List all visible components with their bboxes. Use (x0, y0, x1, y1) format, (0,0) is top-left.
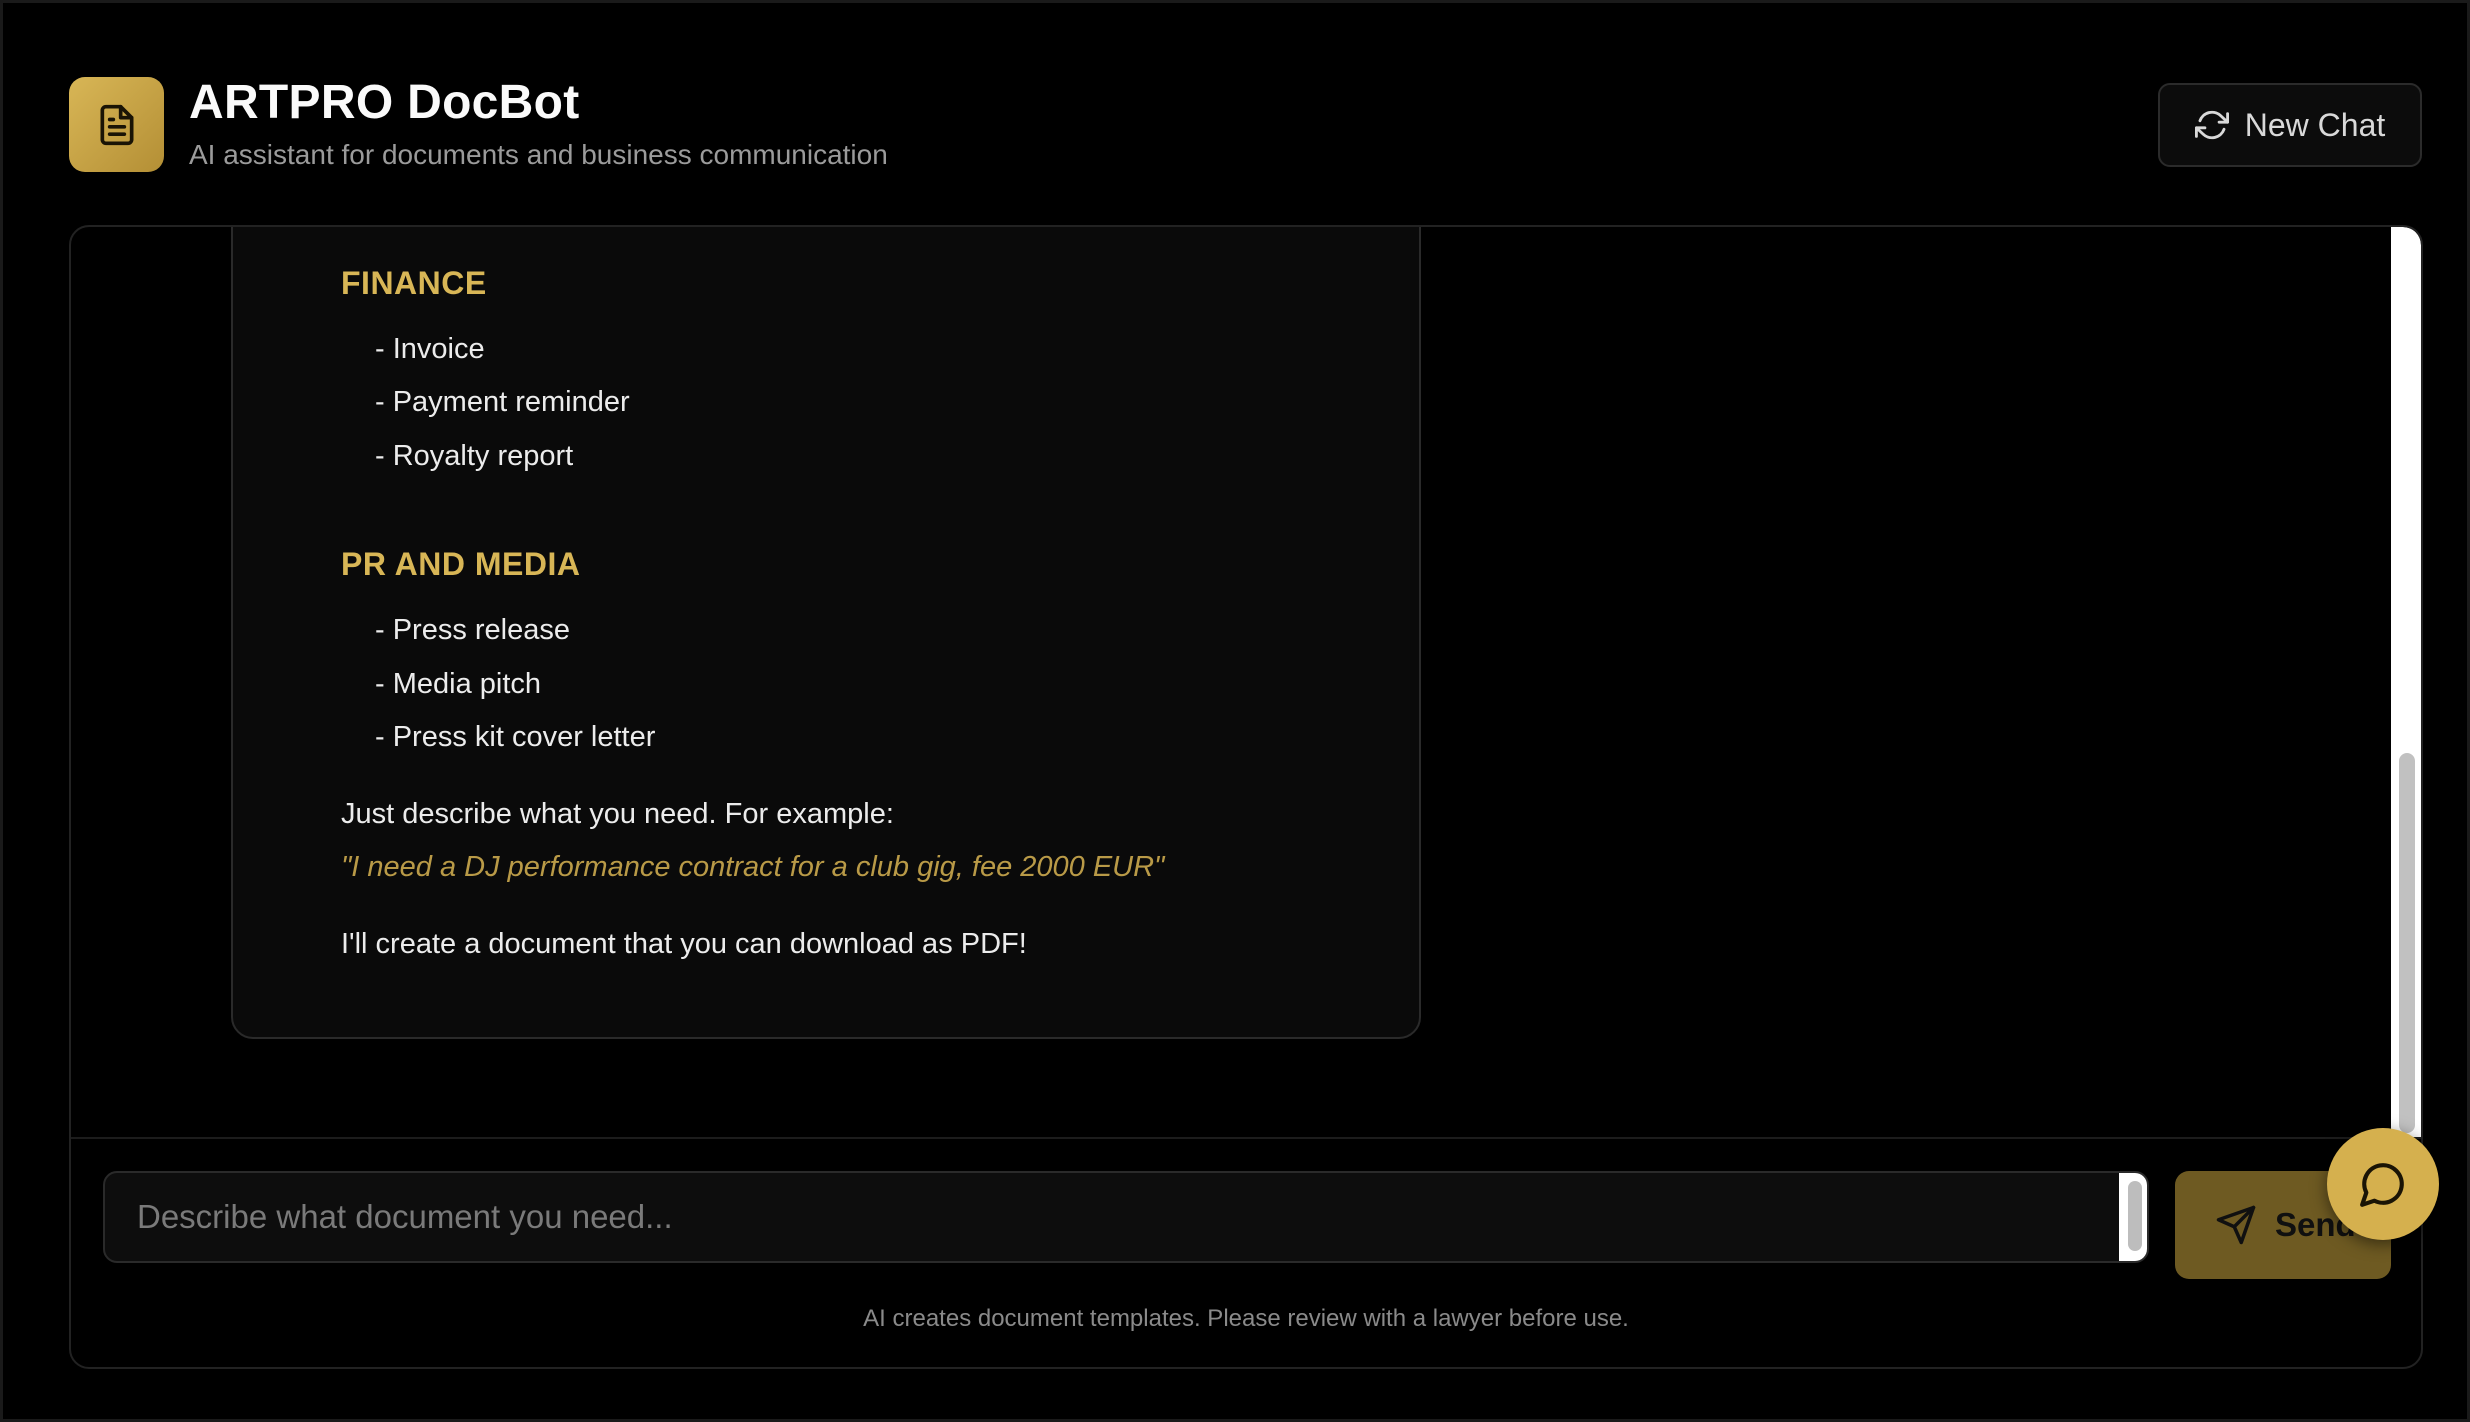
example-quote: "I need a DJ performance contract for a … (341, 851, 1165, 883)
section-title-pr-and-media: PR AND MEDIA (341, 546, 581, 582)
document-icon (100, 104, 133, 145)
new-chat-label: New Chat (2244, 106, 2386, 143)
list-item: - Royalty report (375, 440, 574, 472)
refresh-icon (2194, 110, 2229, 140)
input-scrollbar[interactable] (2119, 1173, 2147, 1261)
list-item: - Payment reminder (375, 386, 630, 418)
message-input-box[interactable] (103, 1171, 2149, 1263)
new-chat-button[interactable]: New Chat (2158, 83, 2422, 167)
list-item: - Invoice (375, 333, 485, 365)
chat-panel: FINANCE - Invoice - Payment reminder - R… (69, 225, 2423, 1369)
input-scrollbar-thumb[interactable] (2128, 1181, 2142, 1251)
assistant-message: FINANCE - Invoice - Payment reminder - R… (231, 227, 1421, 1039)
message-input[interactable] (105, 1173, 2115, 1261)
divider (71, 1137, 2421, 1139)
message-scrollbar-thumb[interactable] (2399, 753, 2415, 1133)
message-scrollbar[interactable] (2391, 227, 2421, 1137)
chat-widget-button[interactable] (2327, 1128, 2439, 1240)
app-title: ARTPRO DocBot (189, 76, 580, 129)
app-window: ARTPRO DocBot AI assistant for documents… (0, 0, 2470, 1422)
app-logo (69, 77, 164, 172)
disclaimer-text: AI creates document templates. Please re… (863, 1305, 1629, 1332)
list-item: - Media pitch (375, 668, 542, 700)
closing-text: I'll create a document that you can down… (341, 928, 1027, 960)
example-intro: Just describe what you need. For example… (341, 798, 894, 830)
chat-bubble-icon (2360, 1163, 2404, 1207)
app-subtitle: AI assistant for documents and business … (189, 139, 888, 170)
list-item: - Press kit cover letter (375, 721, 656, 753)
send-icon (2216, 1205, 2256, 1245)
message-list[interactable]: FINANCE - Invoice - Payment reminder - R… (71, 227, 2391, 1137)
list-item: - Press release (375, 614, 571, 646)
section-title-finance: FINANCE (341, 265, 487, 301)
